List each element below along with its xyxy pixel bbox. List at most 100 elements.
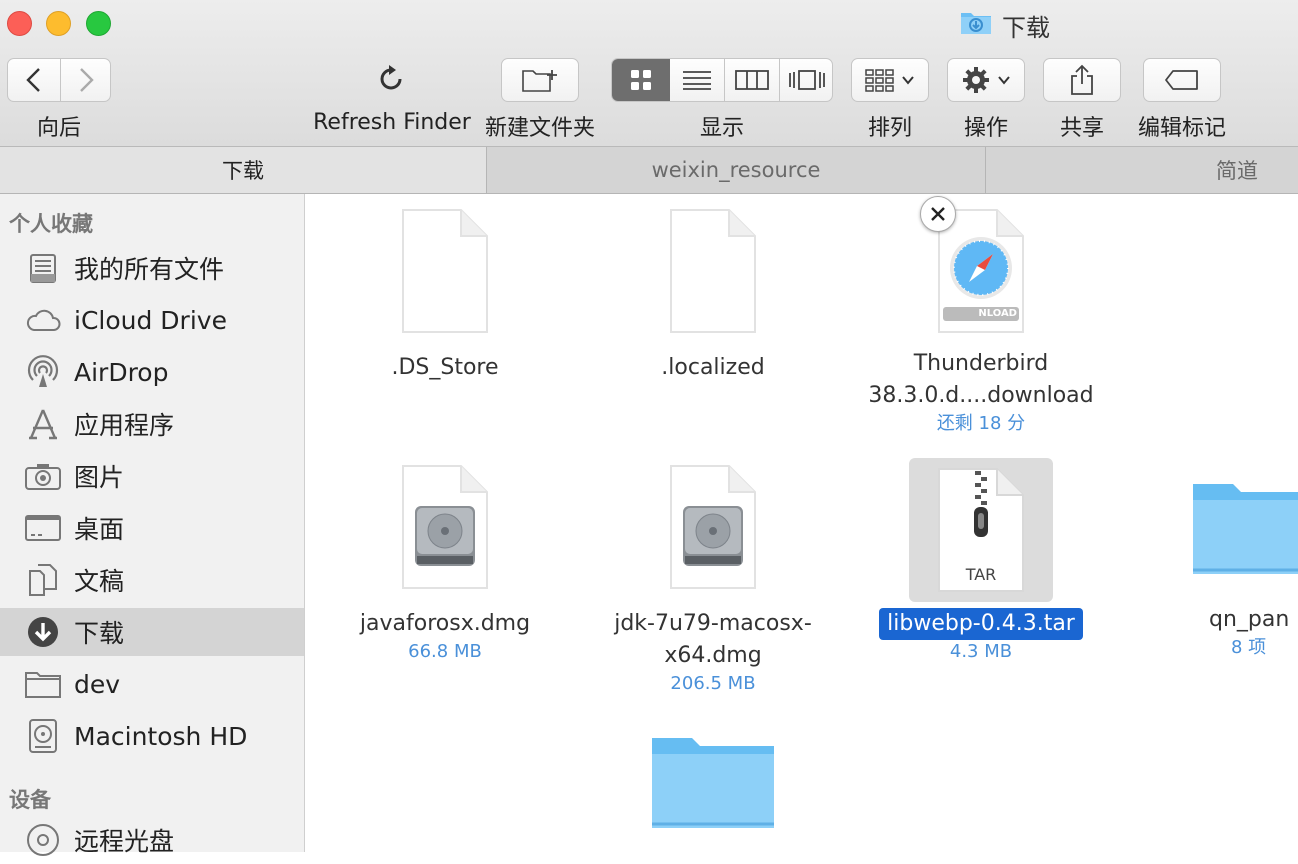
sidebar-item-label: dev — [74, 669, 121, 699]
applications-icon — [22, 405, 64, 443]
sidebar-item-label: iCloud Drive — [74, 305, 227, 335]
file-name: qn_pan — [1209, 607, 1290, 632]
tag-icon — [1165, 70, 1198, 90]
cloud-icon — [22, 301, 64, 339]
share-label: 共享 — [1059, 116, 1104, 141]
tab-weixin-resource[interactable]: weixin_resource — [487, 147, 986, 193]
new-folder-label: 新建文件夹 — [484, 116, 595, 141]
new-folder-icon — [522, 70, 557, 92]
tab-bar: 下载 weixin_resource 简道 — [0, 147, 1298, 194]
tab-downloads[interactable]: 下载 — [0, 147, 487, 193]
gear-icon — [963, 67, 989, 93]
view-mode-control — [611, 58, 833, 102]
column-view-button[interactable] — [725, 59, 780, 101]
file-name: .DS_Store — [391, 355, 499, 380]
sidebar-item-downloads[interactable]: 下载 — [0, 608, 304, 656]
chevron-down-icon — [998, 76, 1010, 85]
documents-icon — [22, 561, 64, 599]
view-label: 显示 — [699, 116, 744, 141]
list-view-button[interactable] — [670, 59, 725, 101]
file-item-ds-store[interactable]: .DS_Store — [315, 206, 575, 384]
file-subtitle: 8 项 — [1231, 637, 1267, 658]
sidebar-item-label: 我的所有文件 — [74, 255, 225, 284]
safari-download-icon — [931, 209, 1031, 340]
file-type-badge: TAR — [965, 565, 997, 584]
folder-icon — [1189, 478, 1298, 582]
new-folder-button[interactable] — [501, 58, 579, 102]
file-subtitle: 还剩 18 分 — [936, 413, 1026, 434]
sidebar-item-documents[interactable]: 文稿 — [0, 556, 304, 604]
refresh-button[interactable] — [374, 62, 408, 96]
sidebar-item-pictures[interactable]: 图片 — [0, 452, 304, 500]
chevron-down-icon — [902, 76, 914, 85]
window-title-text: 下载 — [1002, 13, 1050, 42]
file-item-javaforosx[interactable]: javaforosx.dmg 66.8 MB — [315, 462, 575, 664]
favorites-header: 个人收藏 — [9, 212, 93, 236]
share-button[interactable] — [1043, 58, 1121, 102]
sidebar-item-all-files[interactable]: 我的所有文件 — [0, 244, 304, 292]
sidebar-item-label: Macintosh HD — [74, 721, 248, 751]
cover-flow-icon — [789, 70, 825, 90]
icon-grid-icon — [631, 70, 651, 90]
desktop-icon — [22, 509, 64, 547]
sidebar-item-desktop[interactable]: 桌面 — [0, 504, 304, 552]
arrange-button[interactable] — [851, 58, 929, 102]
file-item-localized[interactable]: .localized — [583, 206, 843, 384]
back-forward-control — [7, 58, 111, 102]
action-button[interactable] — [947, 58, 1025, 102]
sidebar-item-dev[interactable]: dev — [0, 660, 304, 708]
edit-tags-button[interactable] — [1143, 58, 1221, 102]
file-subtitle: 4.3 MB — [949, 641, 1013, 662]
edit-tags-label: 编辑标记 — [1137, 116, 1226, 141]
cover-flow-button[interactable] — [780, 59, 832, 101]
sidebar-item-applications[interactable]: 应用程序 — [0, 400, 304, 448]
download-icon — [22, 613, 64, 651]
file-name-line-2: x64.dmg — [664, 643, 762, 668]
arrange-grid-icon — [865, 69, 894, 92]
file-item-thunderbird-download[interactable]: NLOAD Thunderbird 38.3.0.d....download 还… — [851, 206, 1111, 436]
sidebar-item-remote-disc[interactable]: 远程光盘 — [0, 816, 304, 864]
file-item-jdk-dmg[interactable]: jdk-7u79-macosx- x64.dmg 206.5 MB — [583, 462, 843, 696]
sidebar-item-label: 下载 — [74, 619, 125, 648]
folder-icon — [648, 732, 778, 836]
file-name: javaforosx.dmg — [359, 611, 531, 636]
back-label: 向后 — [36, 116, 81, 141]
file-item-folder[interactable] — [583, 724, 843, 852]
cancel-download-button[interactable] — [920, 196, 956, 232]
file-item-libwebp-tar[interactable]: TAR libwebp-0.4.3.tar 4.3 MB — [851, 458, 1111, 664]
sidebar: 个人收藏 我的所有文件 iCloud Drive AirDrop 应用程序 图片… — [0, 194, 305, 856]
refresh-icon — [380, 65, 402, 90]
sidebar-item-macintosh-hd[interactable]: Macintosh HD — [0, 712, 304, 760]
file-name: Thunderbird — [913, 351, 1049, 376]
file-name: libwebp-0.4.3.tar — [879, 608, 1083, 640]
airdrop-icon — [22, 353, 64, 391]
sidebar-item-label: AirDrop — [74, 357, 169, 387]
chevron-left-icon — [26, 68, 40, 92]
zoom-window-button[interactable] — [86, 11, 111, 36]
sidebar-item-icloud-drive[interactable]: iCloud Drive — [0, 296, 304, 344]
tab-jiandao[interactable]: 简道 — [986, 147, 1298, 193]
sidebar-item-label: 图片 — [74, 463, 125, 492]
minimize-window-button[interactable] — [46, 11, 71, 36]
blank-document-icon — [395, 206, 495, 340]
all-files-icon — [22, 249, 64, 287]
file-name-line-2: 38.3.0.d....download — [868, 383, 1094, 408]
file-name: .localized — [661, 355, 765, 380]
toolbar: 下载 向后 Refresh Finder 新建文件夹 显示 排列 操作 共享 编… — [0, 0, 1298, 147]
forward-button[interactable] — [60, 59, 111, 101]
back-button[interactable] — [8, 59, 61, 101]
file-name: jdk-7u79-macosx- — [614, 611, 812, 636]
share-icon — [1071, 64, 1093, 95]
icon-view-button[interactable] — [612, 59, 670, 101]
file-item-qn-pan[interactable]: qn_pan 8 项 — [1119, 462, 1298, 660]
hard-drive-icon — [22, 717, 64, 755]
sidebar-item-airdrop[interactable]: AirDrop — [0, 348, 304, 396]
window-title: 下载 — [960, 8, 1050, 42]
camera-icon — [22, 457, 64, 495]
chevron-right-icon — [79, 68, 94, 92]
file-subtitle: 206.5 MB — [670, 673, 756, 694]
close-window-button[interactable] — [7, 11, 32, 36]
list-icon — [683, 71, 711, 90]
arrange-label: 排列 — [867, 116, 912, 141]
folder-icon — [22, 665, 64, 703]
